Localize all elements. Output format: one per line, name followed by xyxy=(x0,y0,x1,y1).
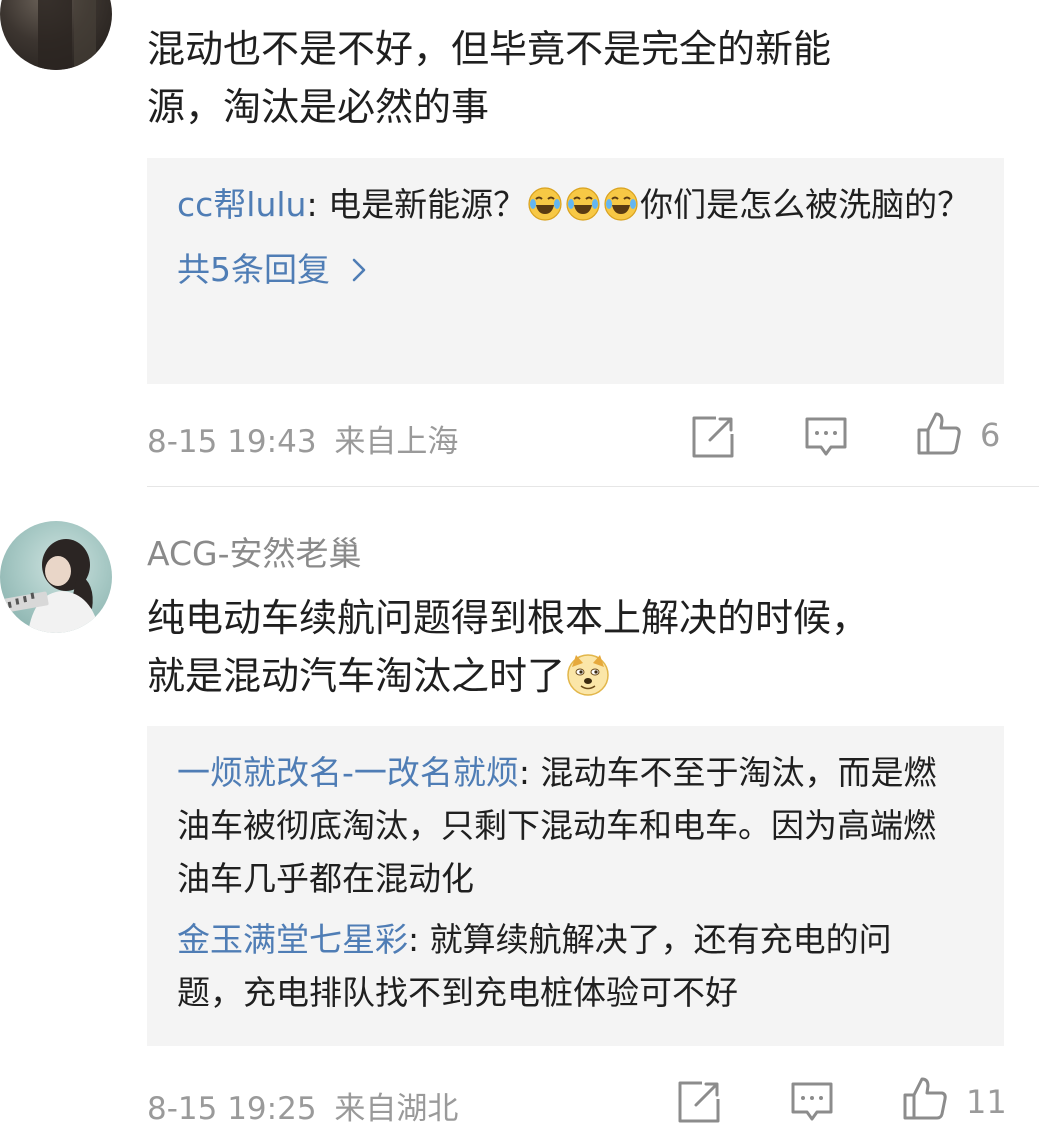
thumbs-up-icon[interactable] xyxy=(916,410,962,456)
reply-text: 你们是怎么被洗脑的？ xyxy=(640,185,971,224)
laugh-cry-emoji-icon xyxy=(604,187,638,221)
reply-item: 金玉满堂七星彩: 就算续航解决了，还有充电的问题，充电排队找不到充电桩体验可不好 xyxy=(177,913,954,1019)
username[interactable]: ACG-安然老巢 xyxy=(147,527,362,575)
comment-meta: 8-15 19:25 来自湖北 xyxy=(147,1083,458,1128)
chevron-right-icon xyxy=(352,258,366,282)
comment-text: 纯电动车续航问题得到根本上解决的时候， 就是混动汽车淘汰之时了 xyxy=(147,589,997,705)
location: 来自湖北 xyxy=(334,1091,459,1127)
comment-icon[interactable] xyxy=(803,414,849,460)
comment-text-line: 就是混动汽车淘汰之时了 xyxy=(147,654,566,698)
comment-text-line: 源，淘汰是必然的事 xyxy=(147,85,490,129)
reply-text: : 电是新能源？ xyxy=(306,185,527,224)
like-count: 11 xyxy=(966,1083,1007,1121)
more-replies-label: 共5条回复 xyxy=(177,250,330,289)
reply-box: cc帮lulu: 电是新能源？ 你们是怎么被洗脑的？ 共5条回复 xyxy=(147,158,1004,384)
share-icon[interactable] xyxy=(690,414,736,460)
comment-item: 混动也不是不好，但毕竟不是完全的新能 源，淘汰是必然的事 cc帮lulu: 电是… xyxy=(0,0,1039,486)
reply-item: 一烦就改名-一改名就烦: 混动车不至于淘汰，而是燃油车被彻底淘汰，只剩下混动车和… xyxy=(177,746,954,905)
reply-box: 一烦就改名-一改名就烦: 混动车不至于淘汰，而是燃油车被彻底淘汰，只剩下混动车和… xyxy=(147,726,1004,1046)
reply-item: cc帮lulu: 电是新能源？ 你们是怎么被洗脑的？ xyxy=(177,178,974,231)
comment-item: ACG-安然老巢 纯电动车续航问题得到根本上解决的时候， 就是混动汽车淘汰之时了… xyxy=(0,487,1039,1146)
comment-text-line: 纯电动车续航问题得到根本上解决的时候， xyxy=(147,596,870,640)
timestamp: 8-15 19:43 xyxy=(147,424,317,460)
comment-meta: 8-15 19:43 来自上海 xyxy=(147,416,458,461)
comment-text-line: 混动也不是不好，但毕竟不是完全的新能 xyxy=(147,27,832,71)
more-replies-link[interactable]: 共5条回复 xyxy=(177,245,366,295)
reply-author-link[interactable]: cc帮lulu xyxy=(177,185,306,224)
reply-author-link[interactable]: 金玉满堂七星彩 xyxy=(177,920,408,959)
reply-author-link[interactable]: 一烦就改名-一改名就烦 xyxy=(177,753,519,792)
timestamp: 8-15 19:25 xyxy=(147,1091,317,1127)
thumbs-up-icon[interactable] xyxy=(902,1075,948,1121)
comment-text: 混动也不是不好，但毕竟不是完全的新能 源，淘汰是必然的事 xyxy=(147,20,997,136)
laugh-cry-emoji-icon xyxy=(566,187,600,221)
avatar[interactable] xyxy=(0,521,112,633)
like-count: 6 xyxy=(980,416,1001,454)
laugh-cry-emoji-icon xyxy=(528,187,562,221)
doge-emoji-icon xyxy=(567,654,609,696)
comment-icon[interactable] xyxy=(789,1079,835,1125)
location: 来自上海 xyxy=(334,424,459,460)
share-icon[interactable] xyxy=(676,1079,722,1125)
avatar[interactable] xyxy=(0,0,112,70)
